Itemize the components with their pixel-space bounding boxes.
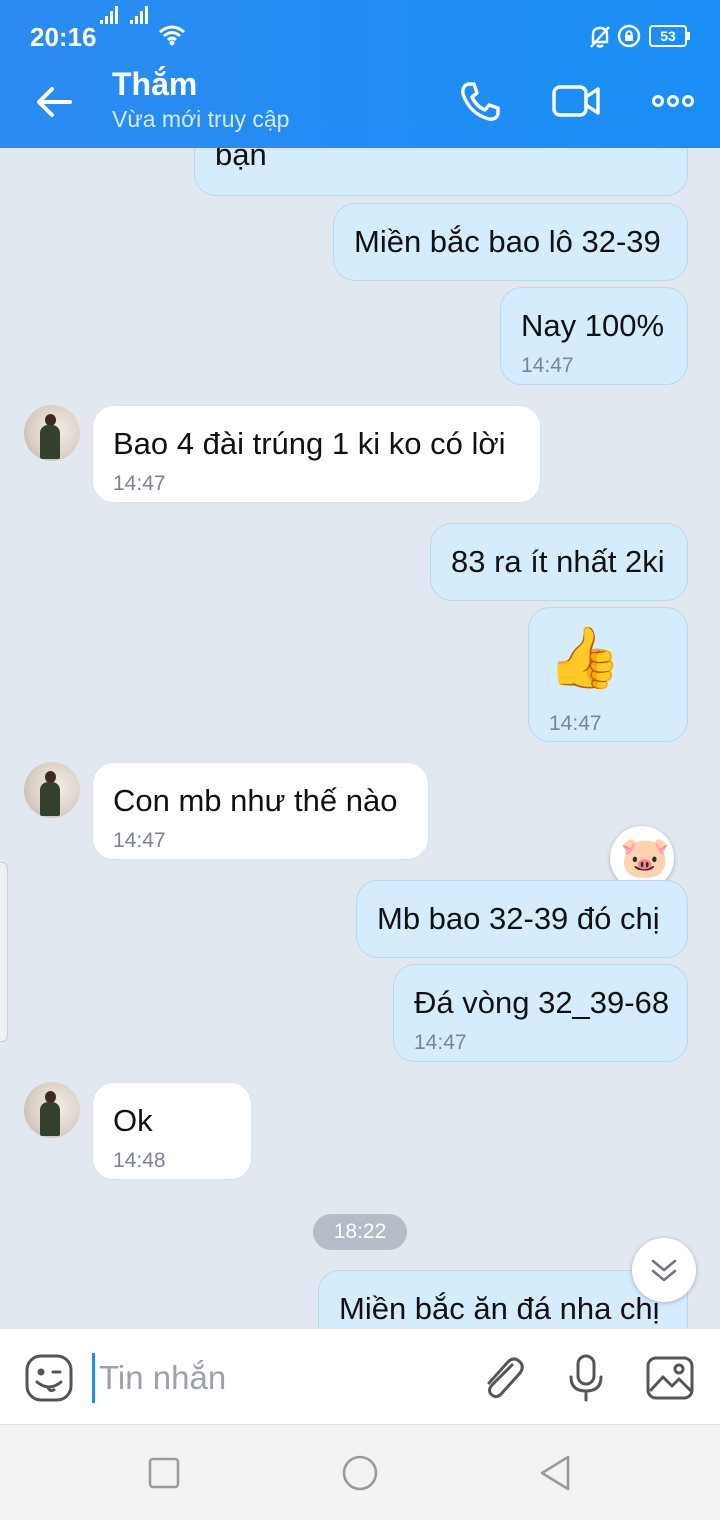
chat-header: 20:16 53 Thắm Vừa mới truy cập (0, 0, 720, 148)
message-text: Con mb như thế nào (113, 783, 398, 818)
microphone-button[interactable] (561, 1353, 611, 1403)
message-bubble[interactable]: bạn (194, 148, 688, 196)
message-bubble[interactable]: Nay 100% 14:47 (500, 287, 688, 385)
message-text: Nay 100% (521, 308, 665, 343)
image-button[interactable] (645, 1353, 695, 1403)
message-bubble[interactable]: Bao 4 đài trúng 1 ki ko có lời 14:47 (92, 405, 541, 503)
call-button[interactable] (456, 78, 506, 124)
message-time: 14:47 (549, 712, 602, 735)
message-text: Miền bắc bao lô 32-39 (354, 224, 661, 259)
message-time: 14:48 (113, 1149, 166, 1172)
message-bubble[interactable]: Đá vòng 32_39-68 14:47 (393, 964, 688, 1062)
message-bubble[interactable]: 👍 14:47 (528, 607, 688, 742)
message-text: bạn (215, 148, 267, 172)
message-text: 83 ra ít nhất 2ki (451, 544, 665, 579)
rotation-lock-icon (617, 24, 641, 48)
message-text: Đá vòng 32_39-68 (414, 985, 670, 1020)
recent-apps-button[interactable] (144, 1453, 184, 1493)
date-separator: 18:22 (313, 1214, 407, 1250)
message-time: 14:47 (521, 354, 574, 377)
pig-emoji: 🐷 (620, 836, 670, 880)
battery-indicator: 53 (649, 25, 690, 47)
message-text: Ok (113, 1103, 153, 1138)
message-composer (0, 1328, 720, 1424)
message-input[interactable] (92, 1353, 452, 1403)
home-button[interactable] (340, 1453, 380, 1493)
chevron-double-down-icon (651, 1259, 677, 1282)
back-nav-button[interactable] (536, 1453, 576, 1493)
message-text: Bao 4 đài trúng 1 ki ko có lời (113, 426, 506, 461)
wifi-icon (159, 25, 185, 46)
status-bar: 20:16 53 (0, 0, 720, 56)
avatar[interactable] (24, 1082, 80, 1138)
status-time: 20:16 (30, 22, 97, 52)
message-bubble[interactable]: Ok 14:48 (92, 1082, 252, 1180)
video-call-button[interactable] (551, 78, 601, 124)
avatar[interactable] (24, 405, 80, 461)
message-time: 14:47 (414, 1031, 467, 1054)
mute-notification-icon (590, 26, 610, 48)
system-navigation-bar (0, 1424, 720, 1520)
message-bubble[interactable]: Miền bắc bao lô 32-39 (333, 203, 688, 281)
side-drawer-handle[interactable] (0, 862, 8, 1042)
message-bubble[interactable]: Mb bao 32-39 đó chị (356, 880, 688, 958)
back-button[interactable] (30, 78, 78, 126)
sticker-button[interactable] (24, 1353, 74, 1403)
contact-name[interactable]: Thắm (112, 66, 197, 103)
message-list[interactable]: bạn Miền bắc bao lô 32-39 Nay 100% 14:47… (0, 148, 720, 1328)
scroll-to-bottom-button[interactable] (632, 1238, 696, 1302)
message-bubble[interactable]: Con mb như thế nào 14:47 (92, 762, 429, 860)
message-time: 14:47 (113, 829, 166, 852)
avatar[interactable] (24, 762, 80, 818)
presence-status: Vừa mới truy cập (112, 106, 290, 132)
attach-button[interactable] (478, 1353, 528, 1403)
more-options-button[interactable] (650, 78, 700, 124)
message-text: Mb bao 32-39 đó chị (377, 901, 660, 936)
thumbs-up-emoji: 👍 (547, 624, 622, 691)
message-bubble[interactable]: 83 ra ít nhất 2ki (430, 523, 688, 601)
message-text: Miền bắc ăn đá nha chị (339, 1291, 660, 1326)
message-time: 14:47 (113, 472, 166, 495)
